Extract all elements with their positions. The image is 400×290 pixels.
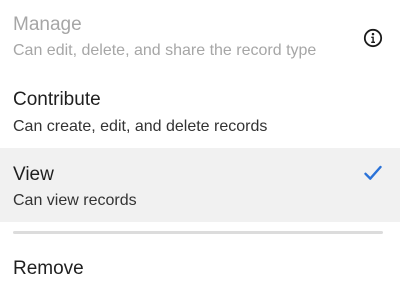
menu-option-description: Can create, edit, and delete records: [13, 118, 268, 135]
checkmark-icon: [364, 165, 382, 181]
permission-menu: Manage Can edit, delete, and share the r…: [0, 0, 400, 290]
menu-divider: [13, 231, 383, 234]
menu-option-title: View: [13, 164, 54, 185]
menu-option-view[interactable]: View Can view records: [0, 148, 400, 222]
menu-option-title: Manage: [13, 14, 82, 35]
menu-option-title: Contribute: [13, 89, 101, 110]
menu-option-remove[interactable]: Remove: [0, 240, 400, 290]
menu-option-description: Can edit, delete, and share the record t…: [13, 42, 317, 59]
menu-option-manage: Manage Can edit, delete, and share the r…: [0, 0, 400, 74]
remove-label: Remove: [13, 258, 84, 279]
menu-option-description: Can view records: [13, 192, 137, 209]
menu-option-contribute[interactable]: Contribute Can create, edit, and delete …: [0, 74, 400, 148]
info-icon[interactable]: [363, 28, 383, 48]
